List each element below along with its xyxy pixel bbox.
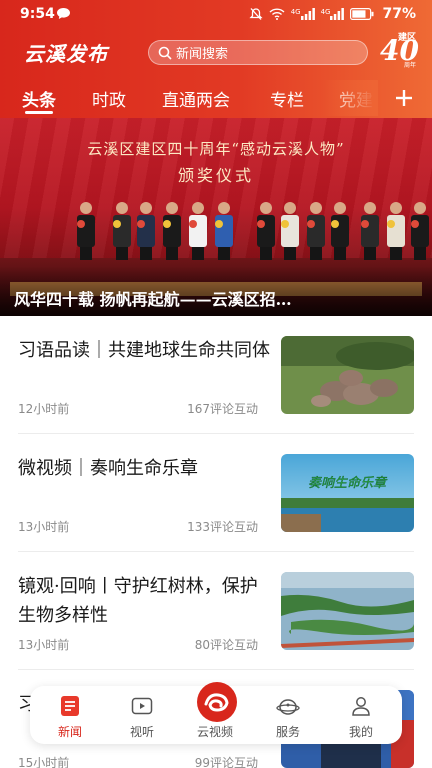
network-label-2: 4G (320, 8, 331, 16)
news-item[interactable]: 微视频｜奏响生命乐章 13小时前 133评论互动 奏响生命乐章 (0, 434, 432, 552)
add-channel-button[interactable] (384, 80, 424, 116)
tab-indicator (25, 111, 53, 114)
news-comment-count: 80评论互动 (194, 638, 258, 652)
search-input[interactable]: 新闻搜索 (148, 40, 368, 65)
award-winner-figure (189, 202, 207, 260)
news-thumbnail-mangrove (281, 572, 414, 650)
status-time: 9:54 (20, 6, 55, 22)
search-icon (158, 46, 172, 60)
tab-politics[interactable]: 时政 (92, 86, 126, 111)
bottom-nav: 新闻 视听 云视频 服务 我的 (30, 682, 402, 744)
news-thumbnail-elephants (281, 336, 414, 414)
news-comment-count: 133评论互动 (187, 520, 258, 534)
headline-banner[interactable]: 云溪区建区四十周年“感动云溪人物” 颁奖仪式 风华四十载 扬帆再起航——云溪区招… (0, 118, 432, 316)
news-title: 习语品读｜共建地球生命共同体 (18, 340, 270, 361)
award-winner-figure (281, 202, 299, 260)
award-winner-figure (257, 202, 275, 260)
nav-label: 云视频 (196, 725, 233, 739)
nav-label: 视听 (129, 725, 154, 739)
signal-icon-1 (300, 8, 315, 20)
nav-audio-video[interactable]: 视听 (106, 686, 178, 744)
chat-icon (57, 8, 70, 19)
award-winner-figure (411, 202, 429, 260)
tab-two-sessions[interactable]: 直通两会 (162, 86, 230, 111)
battery-level: 77% (382, 6, 416, 22)
award-winner-figure (215, 202, 233, 260)
header: 9:54 4G 4G 77% 云溪发布 新闻搜索 40 建区 周年 头条 时政 (0, 0, 432, 118)
service-icon (276, 699, 300, 715)
anniversary-logo: 40 建区 周年 (376, 28, 430, 72)
news-item[interactable]: 镜观·回响丨守护红树林，保护生物多样性 13小时前 80评论互动 (0, 552, 432, 670)
award-winner-figure (331, 202, 349, 260)
news-time: 15小时前 (18, 756, 70, 768)
banner-caption: 风华四十载 扬帆再起航——云溪区招… (14, 290, 292, 309)
profile-icon (352, 697, 370, 716)
news-comment-count: 167评论互动 (187, 402, 258, 416)
news-title: 镜观·回响丨守护红树林，保护生物多样性 (18, 576, 258, 626)
award-winner-figure (77, 202, 95, 260)
nav-cloud-video[interactable]: 云视频 (179, 682, 251, 744)
anniversary-top-text: 建区 (398, 33, 417, 43)
mute-icon (249, 8, 263, 20)
award-winner-figure (113, 202, 131, 260)
news-time: 13小时前 (18, 520, 70, 534)
nav-service[interactable]: 服务 (252, 686, 324, 744)
news-title: 微视频｜奏响生命乐章 (18, 458, 198, 479)
anniversary-sub-text: 周年 (404, 62, 417, 69)
news-time: 13小时前 (18, 638, 70, 652)
signal-icon-2 (330, 8, 345, 20)
nav-label: 服务 (275, 725, 300, 739)
news-time: 12小时前 (18, 402, 70, 416)
play-icon (131, 697, 153, 715)
news-comment-count: 99评论互动 (194, 756, 258, 768)
award-winner-figure (137, 202, 155, 260)
search-placeholder: 新闻搜索 (176, 47, 229, 62)
award-winner-figure (307, 202, 325, 260)
battery-icon (350, 8, 374, 20)
news-icon (61, 696, 79, 716)
nav-label: 新闻 (57, 725, 82, 739)
nav-label: 我的 (348, 725, 373, 739)
award-winners-figures (77, 202, 429, 260)
nav-profile[interactable]: 我的 (325, 686, 397, 744)
app-title: 云溪发布 (24, 42, 108, 66)
tab-headlines[interactable]: 头条 (22, 86, 56, 111)
news-item[interactable]: 习语品读｜共建地球生命共同体 12小时前 167评论互动 (0, 316, 432, 434)
tabs-fade (322, 80, 378, 116)
network-label-1: 4G (290, 8, 301, 16)
tab-column[interactable]: 专栏 (270, 86, 304, 111)
channel-tabs: 头条 时政 直通两会 专栏 党建 (0, 80, 432, 116)
cloud-video-logo-icon (197, 682, 237, 722)
award-winner-figure (361, 202, 379, 260)
thumbnail-title-text: 奏响生命乐章 (308, 475, 388, 491)
plus-icon (396, 90, 412, 106)
nav-news[interactable]: 新闻 (34, 686, 106, 744)
status-bar: 9:54 4G 4G 77% (0, 0, 432, 30)
wifi-icon (269, 8, 285, 20)
award-winner-figure (387, 202, 405, 260)
award-winner-figure (163, 202, 181, 260)
banner-heading: 云溪区建区四十周年“感动云溪人物” (87, 140, 345, 158)
status-icons: 4G 4G 77% (249, 6, 416, 22)
news-thumbnail-wetland: 奏响生命乐章 (281, 454, 414, 532)
